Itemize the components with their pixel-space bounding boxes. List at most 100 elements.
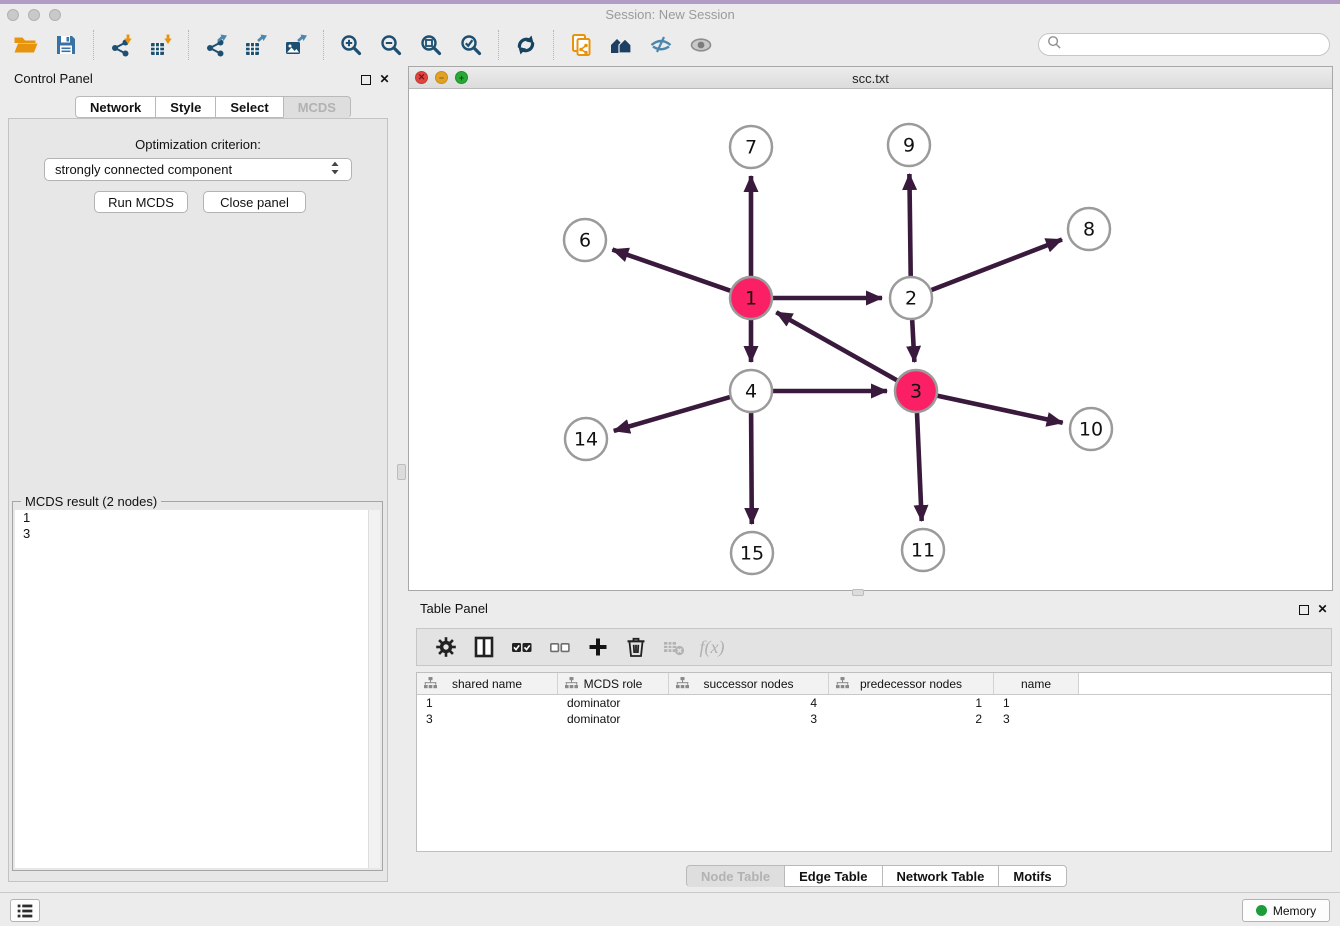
edge-2-9[interactable] — [909, 174, 910, 276]
edge-4-15[interactable] — [751, 413, 752, 524]
export-table-button[interactable] — [239, 29, 273, 61]
cell-name: 3 — [994, 711, 1079, 727]
zoom-out-button[interactable] — [374, 29, 408, 61]
column-label: predecessor nodes — [860, 677, 962, 691]
edge-3-10[interactable] — [938, 396, 1063, 423]
criterion-select[interactable]: strongly connected component — [44, 158, 352, 181]
edge-2-3[interactable] — [912, 320, 914, 362]
memory-status-icon — [1256, 905, 1267, 916]
criterion-value: strongly connected component — [55, 162, 232, 177]
control-panel-tabs: NetworkStyleSelectMCDS — [76, 96, 351, 118]
table-settings-button[interactable] — [430, 632, 462, 662]
export-image-button[interactable] — [279, 29, 313, 61]
column-header-predecessor-nodes[interactable]: predecessor nodes — [829, 673, 994, 694]
task-history-button[interactable] — [10, 899, 40, 922]
column-options-button[interactable] — [468, 632, 500, 662]
node-label: 3 — [910, 381, 922, 403]
clone-network-button[interactable] — [564, 29, 598, 61]
create-column-button[interactable] — [582, 632, 614, 662]
delete-columns-button[interactable] — [620, 632, 652, 662]
node-label: 9 — [903, 135, 915, 157]
tab-motifs[interactable]: Motifs — [998, 865, 1066, 887]
node-label: 15 — [740, 543, 764, 565]
open-file-button[interactable] — [9, 29, 43, 61]
cell-name: 1 — [994, 695, 1079, 711]
select-all-columns-button[interactable] — [506, 632, 538, 662]
node-9[interactable]: 9 — [888, 124, 930, 166]
column-header-shared-name[interactable]: shared name — [417, 673, 558, 694]
network-canvas[interactable]: 1 2 3 4 6 7 8 9 10 11 14 15 — [409, 90, 1332, 590]
edge-1-6[interactable] — [612, 250, 730, 291]
node-3[interactable]: 3 — [895, 370, 937, 412]
control-panel-close-button[interactable]: ✕ — [378, 72, 391, 85]
close-panel-button[interactable]: Close panel — [203, 191, 306, 213]
vertical-splitter-grip[interactable] — [397, 464, 406, 480]
node-label: 4 — [745, 381, 757, 403]
edge-2-8[interactable] — [932, 240, 1063, 291]
node-15[interactable]: 15 — [731, 532, 773, 574]
node-10[interactable]: 10 — [1070, 408, 1112, 450]
tab-mcds[interactable]: MCDS — [283, 96, 351, 118]
node-14[interactable]: 14 — [565, 418, 607, 460]
search-input[interactable] — [1066, 37, 1329, 52]
tab-style[interactable]: Style — [155, 96, 216, 118]
edge-4-14[interactable] — [614, 397, 730, 431]
zoom-fit-button[interactable] — [414, 29, 448, 61]
node-label: 8 — [1083, 219, 1095, 241]
node-1[interactable]: 1 — [730, 277, 772, 319]
hide-selected-button[interactable] — [644, 29, 678, 61]
node-11[interactable]: 11 — [902, 529, 944, 571]
tab-select[interactable]: Select — [215, 96, 283, 118]
export-network-button[interactable] — [199, 29, 233, 61]
node-label: 11 — [911, 540, 935, 562]
network-view-window: ✕ − + scc.txt 1 2 3 4 6 7 8 9 10 11 14 15 — [408, 66, 1333, 591]
import-network-button[interactable] — [104, 29, 138, 61]
list-icon — [14, 900, 36, 922]
memory-button[interactable]: Memory — [1242, 899, 1330, 922]
status-bar: Memory — [0, 892, 1340, 926]
column-header-successor-nodes[interactable]: successor nodes — [669, 673, 829, 694]
node-4[interactable]: 4 — [730, 370, 772, 412]
zoom-in-button[interactable] — [334, 29, 368, 61]
tab-edge-table[interactable]: Edge Table — [784, 865, 882, 887]
table-panel-close-button[interactable]: ✕ — [1316, 602, 1329, 615]
control-panel-float-button[interactable] — [359, 73, 372, 86]
mcds-result-line: 3 — [15, 526, 380, 542]
unselect-all-columns-button[interactable] — [544, 632, 576, 662]
node-label: 6 — [579, 230, 591, 252]
refresh-layout-button[interactable] — [509, 29, 543, 61]
show-all-button — [684, 29, 718, 61]
node-label: 1 — [745, 288, 757, 310]
table-row[interactable]: 3dominator323 — [417, 711, 1331, 727]
column-header-name[interactable]: name — [994, 673, 1079, 694]
edge-3-1[interactable] — [776, 312, 897, 380]
column-header-MCDS-role[interactable]: MCDS role — [558, 673, 669, 694]
function-builder-button: f(x) — [696, 632, 728, 662]
tab-node-table[interactable]: Node Table — [686, 865, 785, 887]
network-window-titlebar: ✕ − + scc.txt — [409, 67, 1332, 89]
search-box[interactable] — [1038, 33, 1330, 56]
node-7[interactable]: 7 — [730, 126, 772, 168]
window-titlebar: Session: New Session — [0, 4, 1340, 26]
tab-network-table[interactable]: Network Table — [882, 865, 1000, 887]
first-neighbors-button[interactable] — [604, 29, 638, 61]
node-2[interactable]: 2 — [890, 277, 932, 319]
node-8[interactable]: 8 — [1068, 208, 1110, 250]
table-row[interactable]: 1dominator411 — [417, 695, 1331, 711]
result-scrollbar[interactable] — [368, 510, 380, 868]
tab-network[interactable]: Network — [75, 96, 156, 118]
zoom-selected-button[interactable] — [454, 29, 488, 61]
import-table-button[interactable] — [144, 29, 178, 61]
mcds-result-line: 1 — [15, 510, 380, 526]
toolbar-separator — [553, 30, 554, 60]
delete-table-button — [658, 632, 690, 662]
save-session-button[interactable] — [49, 29, 83, 61]
run-mcds-button[interactable]: Run MCDS — [94, 191, 188, 213]
table-panel-float-button[interactable] — [1297, 603, 1310, 616]
column-label: MCDS role — [584, 677, 643, 691]
edge-3-11[interactable] — [917, 413, 922, 521]
close-icon: ✕ — [1317, 602, 1327, 616]
node-6[interactable]: 6 — [564, 219, 606, 261]
mcds-result-textarea[interactable]: 13 — [15, 510, 380, 868]
control-panel-header: Control Panel ✕ — [0, 66, 396, 90]
